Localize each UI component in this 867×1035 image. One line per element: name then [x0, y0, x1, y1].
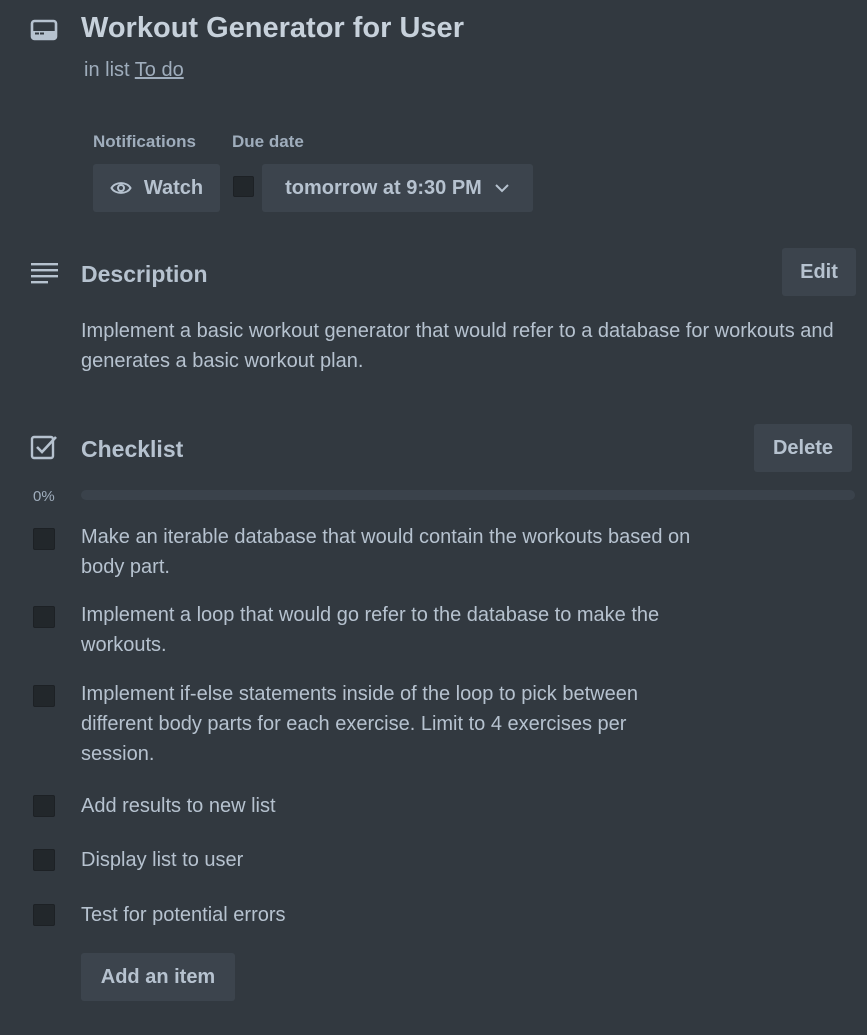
checklist-item-checkbox[interactable]	[33, 528, 55, 550]
checklist-item-text[interactable]: Add results to new list	[81, 791, 711, 821]
due-date-value: tomorrow at 9:30 PM	[285, 176, 482, 199]
checklist-item-checkbox[interactable]	[33, 904, 55, 926]
watch-label: Watch	[143, 176, 204, 199]
notifications-label: Notifications	[93, 132, 196, 151]
delete-checklist-button[interactable]: Delete	[754, 424, 852, 472]
card-title[interactable]: Workout Generator for User	[81, 12, 464, 45]
list-link[interactable]: To do	[135, 59, 184, 81]
description-icon	[30, 260, 60, 288]
eye-icon	[110, 182, 132, 194]
due-date-checkbox[interactable]	[233, 176, 254, 197]
progress-bar	[81, 490, 855, 500]
checklist-item-checkbox[interactable]	[33, 795, 55, 817]
description-text[interactable]: Implement a basic workout generator that…	[81, 316, 861, 376]
progress-percent: 0%	[33, 488, 55, 505]
checklist-item-text[interactable]: Implement if-else statements inside of t…	[81, 679, 681, 769]
checklist-item-checkbox[interactable]	[33, 685, 55, 707]
checklist-item-checkbox[interactable]	[33, 606, 55, 628]
card-list-info: in list To do	[84, 59, 184, 82]
description-heading: Description	[81, 261, 208, 287]
watch-button[interactable]: Watch	[93, 164, 220, 212]
card-detail: Workout Generator for User in list To do…	[0, 0, 867, 1035]
due-date-button[interactable]: tomorrow at 9:30 PM	[262, 164, 533, 212]
chevron-down-icon	[495, 184, 509, 193]
checklist-icon	[30, 434, 60, 462]
checklist-item-checkbox[interactable]	[33, 849, 55, 871]
due-date-label: Due date	[232, 132, 304, 151]
checklist-item-text[interactable]: Test for potential errors	[81, 900, 711, 930]
checklist-item-text[interactable]: Display list to user	[81, 845, 711, 875]
add-item-button[interactable]: Add an item	[81, 953, 235, 1001]
edit-description-button[interactable]: Edit	[782, 248, 856, 296]
checklist-heading[interactable]: Checklist	[81, 436, 183, 463]
checklist-item-text[interactable]: Make an iterable database that would con…	[81, 522, 711, 582]
checklist-item-text[interactable]: Implement a loop that would go refer to …	[81, 600, 711, 660]
card-icon	[30, 18, 60, 44]
in-list-prefix: in list	[84, 59, 130, 81]
